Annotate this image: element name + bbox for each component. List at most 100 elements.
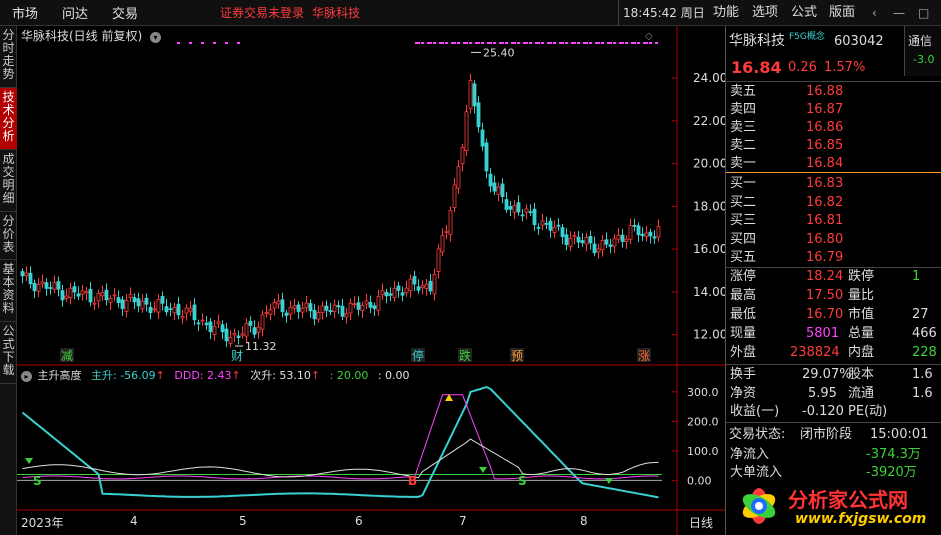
ask-label: 卖四 [730,102,757,117]
candle-body [464,111,469,152]
stat-label: 换手 [730,367,757,382]
nav-fundamentals[interactable]: 基本资料 [0,260,17,322]
stat-row: 最低 16.70 市值 27 [726,305,941,324]
candle-body [172,307,177,314]
menu-market[interactable]: 市场 [0,3,50,22]
bid-price: 16.79 [806,250,844,265]
stat2-row: 收益(一) -0.120 PE(动) [726,402,941,421]
trade-signal: S [518,474,527,488]
candle-body [468,80,473,110]
ask-row: 卖三 16.86 [726,118,941,137]
bid-row: 买三 16.81 [726,211,941,230]
menu-wenda[interactable]: 问达 [50,3,100,22]
candle-body [456,166,461,189]
candle-body [556,224,561,227]
bid-price: 16.81 [806,213,844,228]
logo-line1: 分析家公式网 [788,488,908,512]
signal-dot [565,42,568,44]
stat-label: 收益(一) [730,404,780,419]
ask-price: 16.85 [806,138,844,153]
stat-label: 总量 [848,326,875,341]
login-status[interactable]: 证券交易未登录 [220,4,304,21]
candle-body [412,276,417,285]
signal-dot [643,42,646,44]
stat-value: 17.50 [806,288,844,303]
stat-label: 涨停 [730,269,757,284]
candle-body [428,280,433,292]
period-label[interactable]: 日线 [689,514,713,531]
candle-body [616,234,621,240]
y-tick-label: 14.00 [693,285,725,299]
candle-body [656,226,661,238]
candle-body [624,238,629,242]
bid-row: 买四 16.80 [726,230,941,249]
candle-body [648,231,653,237]
settings-icon[interactable]: ▾ [150,32,162,43]
candle-body [224,328,229,342]
stat-row: 涨停 18.24 跌停 1 [726,267,941,286]
concept-tag[interactable]: F5G概念 [789,28,825,47]
maximize-button[interactable]: □ [918,0,929,26]
candle-body [52,282,57,290]
candle-body [388,293,393,296]
nav-technical[interactable]: 技术分析 [0,88,17,150]
candle-body [644,232,649,237]
candle-body [472,83,477,107]
stat-label: 净资 [730,385,757,401]
candle-body [20,271,25,277]
bid-row: 买一 16.83 [726,174,941,193]
candle-body [604,239,609,245]
x-axis: 2023年 4 5 6 7 8 [17,512,677,532]
candle-body [600,240,605,251]
candle-body [632,224,637,227]
candle-body [264,312,269,314]
back-icon[interactable]: ‹ [872,0,877,26]
nav-intraday[interactable]: 分时走势 [0,26,17,88]
indicator-settings-icon[interactable]: ▸ [21,371,32,382]
chart-area[interactable]: 24.00 22.00 20.00 18.00 16.00 14.00 12.00 ◇ 30… [17,26,727,535]
stat-value: 5801 [806,326,840,341]
trade-signal: S [33,474,42,488]
candle-body [184,307,189,314]
y-tick-label: 20.00 [693,157,725,171]
candle-body [196,322,201,325]
ask-label: 卖一 [730,156,757,171]
candle-body [36,284,41,292]
nav-trades[interactable]: 成交明细 [0,150,17,212]
candle-body [524,208,529,213]
candle-body [504,199,509,210]
signal-dot [505,42,508,44]
kline-chart[interactable]: 24.00 22.00 20.00 18.00 16.00 14.00 12.00 ◇ 30… [17,26,727,535]
nav-price-table[interactable]: 分价表 [0,212,17,260]
signal-dot [655,42,658,44]
candle-body [460,147,465,165]
candle-body [228,337,233,344]
candle-body [568,238,573,247]
candle-body [476,102,481,128]
menu-trade[interactable]: 交易 [100,3,150,22]
candle-body [64,295,69,299]
bid-row: 买五 16.79 [726,248,941,267]
candle-body [544,223,549,225]
candle-body [112,294,117,297]
stat-label: 市值 [848,307,875,322]
menu-layout[interactable]: 版面 [829,0,855,26]
signal-dot [415,42,418,44]
menu-options[interactable]: 选项 [752,0,778,26]
candle-body [104,289,109,301]
menu-formula[interactable]: 公式 [791,0,817,26]
candle-body [28,272,33,285]
candle-body [356,302,361,310]
nav-formula-download[interactable]: 公式下载 [0,322,17,384]
stat2-row: 净资 5.95 流通 1.6 [726,384,941,403]
bid-label: 买三 [730,213,757,228]
candle-body [620,234,625,242]
stat-label: 现量 [730,326,757,341]
candle-body [424,283,429,289]
menu-function[interactable]: 功能 [713,0,739,26]
minimize-button[interactable]: — [893,0,905,26]
signal-dot [469,42,472,44]
candle-body [288,306,293,315]
bid-row: 买二 16.82 [726,193,941,212]
candle-body [596,248,601,253]
